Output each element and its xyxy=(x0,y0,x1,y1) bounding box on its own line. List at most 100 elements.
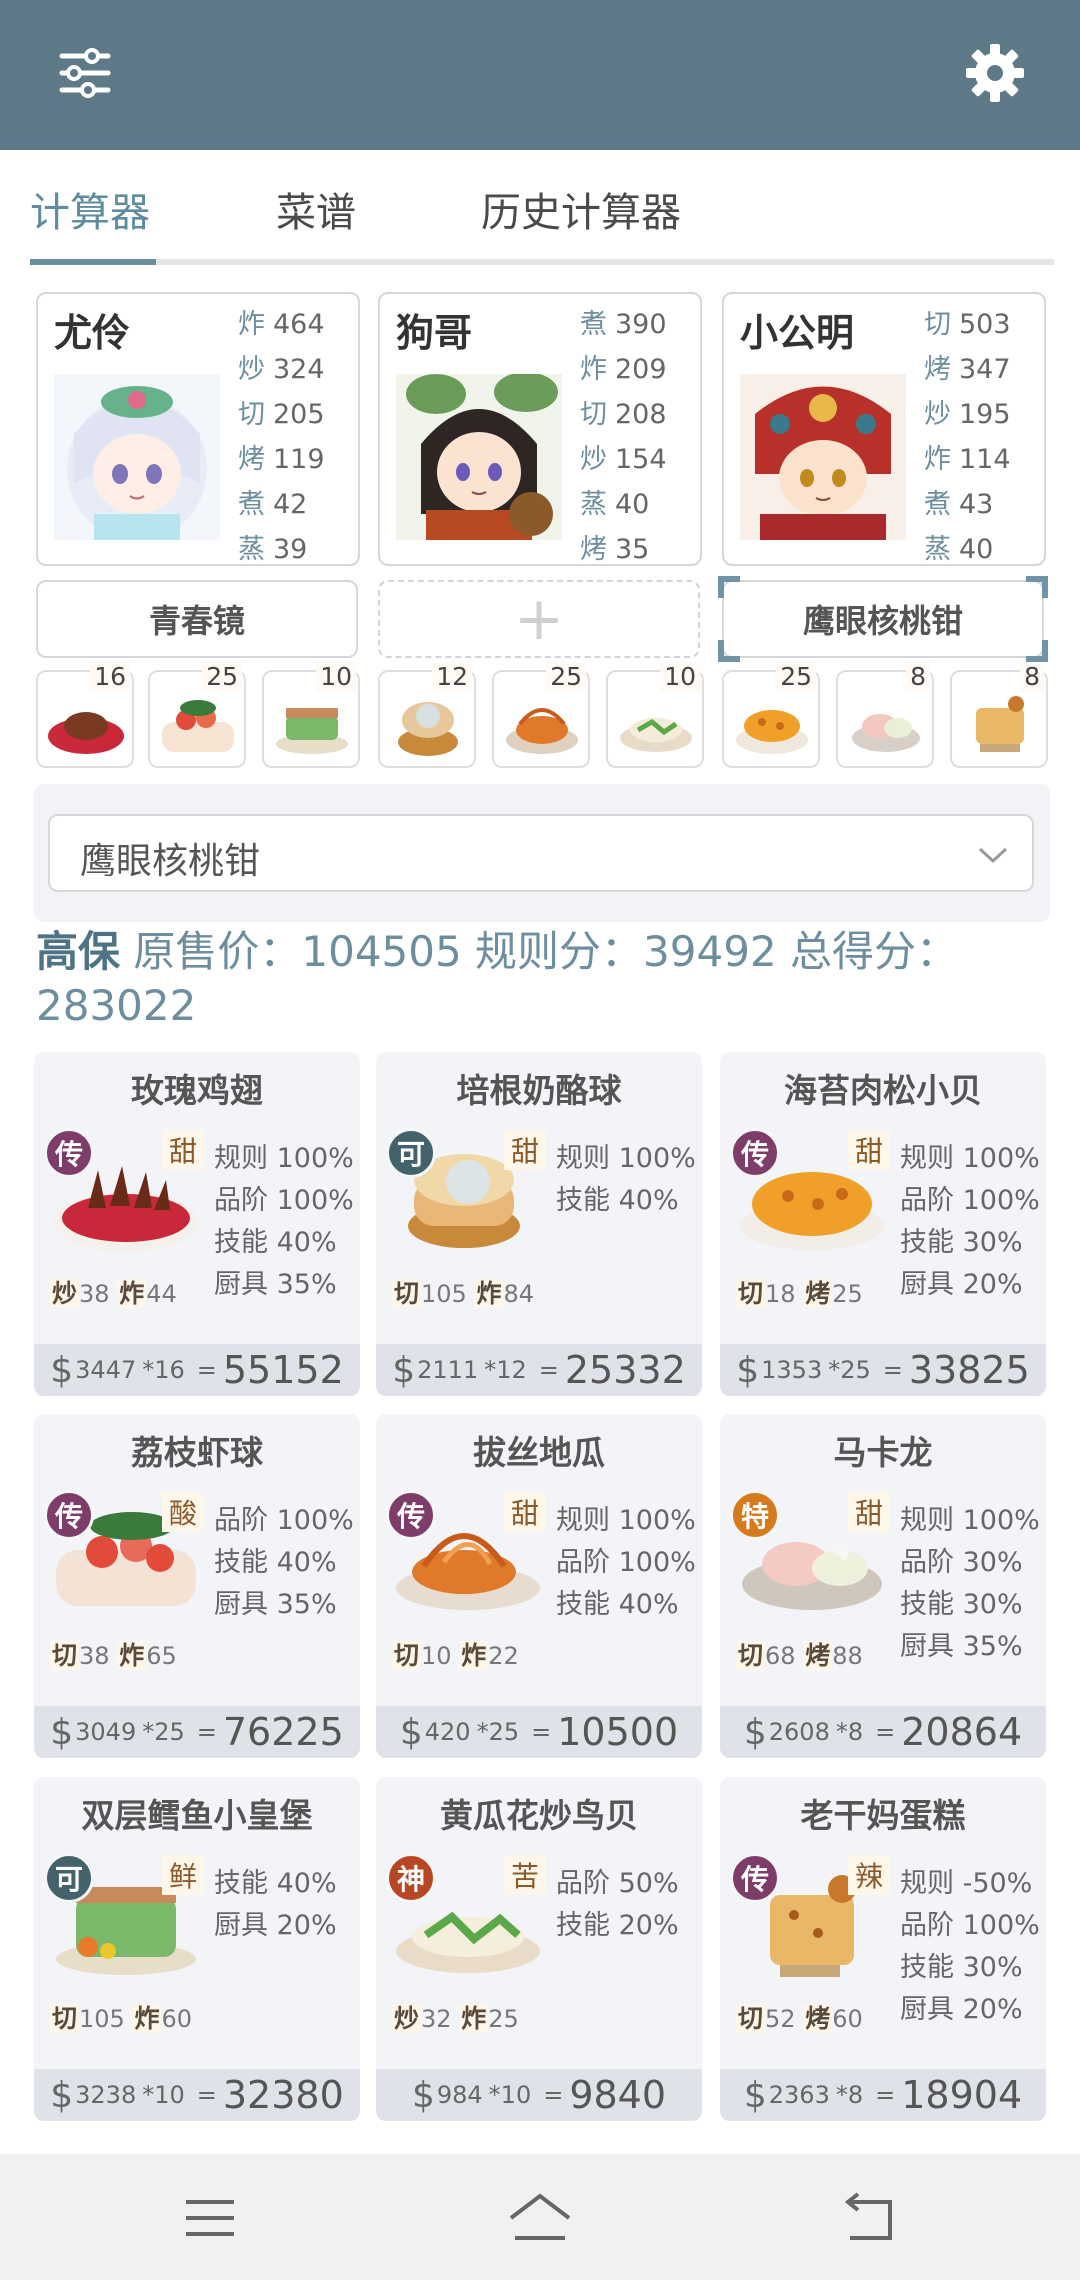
equipment-slot-3[interactable]: 鹰眼核桃钳 xyxy=(718,576,1048,662)
dish-thumb-3[interactable]: 10 xyxy=(262,662,360,768)
chef-name: 尤伶 xyxy=(54,311,131,355)
dollar-icon: $ xyxy=(411,2074,435,2116)
quantity: *16 xyxy=(142,1356,185,1384)
price-row: $ 3049 *25 = 76225 xyxy=(34,1706,360,1758)
dish-count: 8 xyxy=(1020,662,1044,691)
bonus-list: 规则 100% 品阶 100% 技能 30% 厨具 20% xyxy=(900,1136,1040,1304)
chef-name: 狗哥 xyxy=(396,311,473,355)
skill-name: 炸 xyxy=(117,1279,147,1308)
dish-thumb-4[interactable]: 12 xyxy=(378,662,476,768)
recipe-card[interactable]: 海苔肉松小贝 传 甜 规则 100% 品阶 100% 技能 30% 厨具 20% 切1… xyxy=(720,1052,1046,1396)
flavor-tag: 甜 xyxy=(504,1492,546,1532)
gear-icon[interactable] xyxy=(960,38,1030,108)
recipe-card[interactable]: 双层鳕鱼小皇堡 可 鲜 技能 40% 厨具 20% 切105 炸60 $ 3238… xyxy=(34,1777,360,2121)
recipe-card[interactable]: 马卡龙 特 甜 规则 100% 品阶 30% 技能 30% 厨具 35% 切68 烤8… xyxy=(720,1414,1046,1758)
price-row: $ 2111 *12 = 25332 xyxy=(376,1344,702,1396)
price-row: $ 1353 *25 = 33825 xyxy=(720,1344,1046,1396)
chef-card-1[interactable]: 尤伶 炸 464 炒 324 切 205 烤 119 煮 42 蒸 39 xyxy=(36,292,360,566)
dish-count: 8 xyxy=(906,662,930,691)
bonus-line: 技能 40% xyxy=(556,1589,679,1620)
dollar-icon: $ xyxy=(50,1349,74,1391)
filter-sliders-icon[interactable] xyxy=(50,38,120,108)
unit-price: 2608 xyxy=(768,1718,830,1746)
rose-wings-image xyxy=(48,712,124,754)
dish-thumb-5[interactable]: 25 xyxy=(492,662,590,768)
recipe-card[interactable]: 荔枝虾球 传 酸 品阶 100% 技能 40% 厨具 35% 切38 炸65 $ 3… xyxy=(34,1414,360,1758)
recipe-card[interactable]: 培根奶酪球 可 甜 规则 100% 技能 40% 切105 炸84 $ 2111 … xyxy=(376,1052,702,1396)
recipe-card[interactable]: 老干妈蛋糕 传 辣 规则 -50% 品阶 100% 技能 30% 厨具 20% 切52… xyxy=(720,1777,1046,2121)
dish-thumb-2[interactable]: 25 xyxy=(148,662,246,768)
tab-calculator[interactable]: 计算器 xyxy=(30,180,150,238)
flavor-tag: 甜 xyxy=(504,1130,546,1170)
skill-requirements: 炒38 炸44 xyxy=(50,1274,177,1310)
dish-count: 16 xyxy=(90,662,130,691)
bonus-list: 规则 100% 品阶 100% 技能 40% xyxy=(556,1498,696,1624)
skill-value: 60 xyxy=(161,2005,193,2033)
dish-thumb-7[interactable]: 25 xyxy=(722,662,820,768)
tab-history-calculator[interactable]: 历史计算器 xyxy=(481,180,681,238)
seaweed-floss-cake-image xyxy=(736,710,808,754)
recipe-title: 培根奶酪球 xyxy=(456,1071,622,1110)
tab-divider xyxy=(30,259,1054,265)
system-nav-bar xyxy=(0,2154,1080,2280)
equipment-slot-1[interactable]: 青春镜 xyxy=(36,580,358,658)
chef-card-2[interactable]: 狗哥 煮 390 炸 209 切 208 炒 154 蒸 40 烤 35 xyxy=(378,292,702,566)
dish-thumb-9[interactable]: 8 xyxy=(950,662,1048,768)
total-price: 18904 xyxy=(901,2073,1023,2117)
total-price: 33825 xyxy=(908,1348,1030,1392)
flavor-tag: 苦 xyxy=(504,1855,546,1895)
equipment-dropdown[interactable]: 鹰眼核桃钳 xyxy=(48,814,1034,892)
bonus-line: 厨具 35% xyxy=(214,1589,337,1620)
menu-icon[interactable] xyxy=(180,2188,240,2248)
bonus-line: 规则 100% xyxy=(556,1505,696,1536)
lychee-shrimp-image xyxy=(162,700,234,752)
bonus-line: 品阶 100% xyxy=(556,1547,696,1578)
skill-value: 38 xyxy=(79,1642,110,1670)
rank-badge: 传 xyxy=(44,1490,94,1540)
price-row: $ 420 *25 = 10500 xyxy=(376,1706,702,1758)
skill-name: 炸 xyxy=(474,1279,504,1308)
flavor-tag: 酸 xyxy=(162,1492,204,1532)
bonus-line: 规则 100% xyxy=(900,1505,1040,1536)
score-summary: 高保 原售价：104505 规则分：39492 总得分：283022 xyxy=(36,925,1046,1033)
rank-badge: 可 xyxy=(44,1853,94,1903)
recipe-card[interactable]: 黄瓜花炒鸟贝 神 苦 品阶 50% 技能 20% 炒32 炸25 $ 984 *1… xyxy=(376,1777,702,2121)
skill-value: 38 xyxy=(79,1280,110,1308)
unit-price: 2363 xyxy=(768,2081,830,2109)
recipe-card[interactable]: 拔丝地瓜 传 甜 规则 100% 品阶 100% 技能 40% 切10 炸22 $ … xyxy=(376,1414,702,1758)
selection-corner xyxy=(1026,640,1048,662)
bonus-line: 品阶 100% xyxy=(214,1185,354,1216)
tab-recipes[interactable]: 菜谱 xyxy=(276,180,356,238)
skill-requirements: 炒32 炸25 xyxy=(392,1999,519,2035)
recipe-title: 玫瑰鸡翅 xyxy=(131,1071,263,1110)
home-icon[interactable] xyxy=(505,2188,575,2248)
flavor-tag: 甜 xyxy=(848,1130,890,1170)
dollar-icon: $ xyxy=(736,1349,760,1391)
score-text: 原售价：104505 规则分：39492 总得分：283022 xyxy=(36,927,959,1030)
bonus-line: 品阶 100% xyxy=(900,1910,1040,1941)
unit-price: 420 xyxy=(424,1718,471,1746)
total-price: 76225 xyxy=(222,1710,344,1754)
app-header xyxy=(0,0,1080,150)
skill-name: 烤 xyxy=(803,1279,833,1308)
back-icon[interactable] xyxy=(840,2188,900,2248)
total-price: 9840 xyxy=(569,2073,667,2117)
bonus-line: 厨具 20% xyxy=(900,1269,1023,1300)
dish-thumb-8[interactable]: 8 xyxy=(836,662,934,768)
skill-value: 60 xyxy=(832,2005,863,2033)
unit-price: 2111 xyxy=(417,1356,479,1384)
dish-thumb-1[interactable]: 16 xyxy=(36,662,134,768)
recipe-card[interactable]: 玫瑰鸡翅 传 甜 规则 100% 品阶 100% 技能 40% 厨具 35% 炒38 … xyxy=(34,1052,360,1396)
skill-value: 22 xyxy=(488,1642,519,1670)
skill-name: 切 xyxy=(392,1641,422,1670)
chef-card-3[interactable]: 小公明 切 503 烤 347 炒 195 炸 114 煮 43 蒸 40 xyxy=(722,292,1046,566)
bonus-line: 技能 30% xyxy=(900,1589,1023,1620)
equipment-slot-2-add[interactable]: + xyxy=(378,580,700,658)
skill-value: 44 xyxy=(146,1280,177,1308)
bonus-line: 厨具 35% xyxy=(900,1631,1023,1662)
selection-corner xyxy=(718,576,740,598)
dish-thumb-6[interactable]: 10 xyxy=(606,662,704,768)
skill-name: 切 xyxy=(736,2004,766,2033)
equals-sign: = xyxy=(531,1718,552,1746)
bonus-list: 规则 100% 技能 40% xyxy=(556,1136,696,1220)
